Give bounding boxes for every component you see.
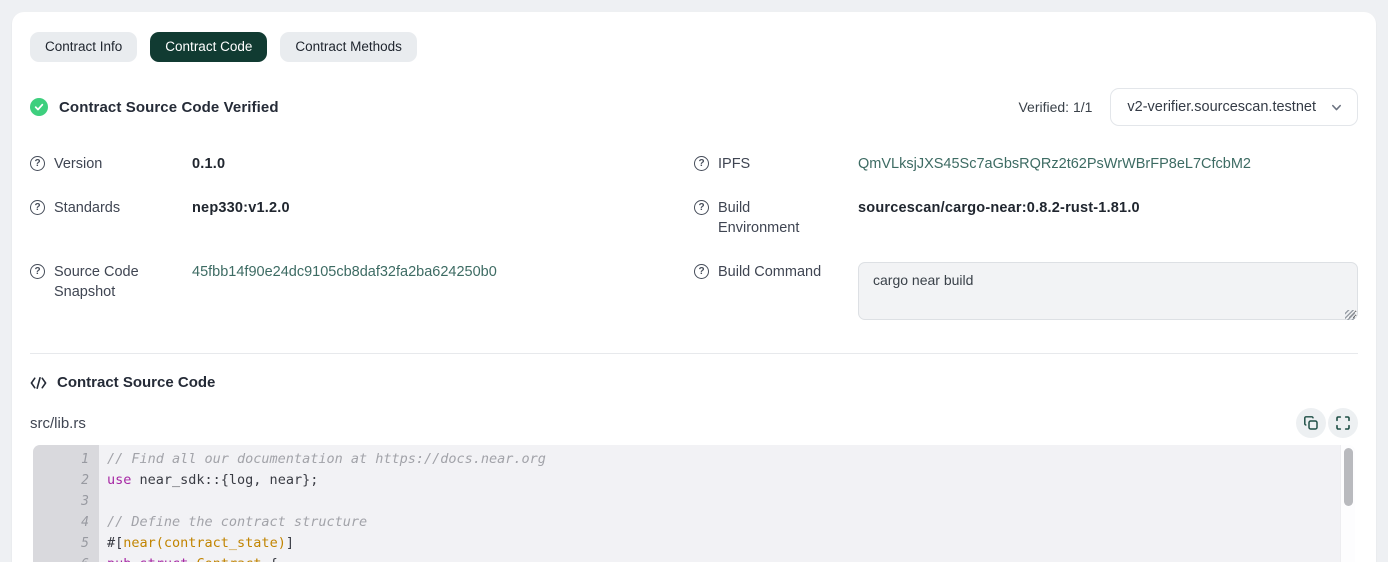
tab-contract-methods[interactable]: Contract Methods: [280, 32, 417, 62]
standards-value: nep330:v1.2.0: [192, 198, 290, 218]
tab-contract-code[interactable]: Contract Code: [150, 32, 267, 62]
help-icon: ?: [30, 156, 45, 171]
help-icon: ?: [694, 156, 709, 171]
code-editor[interactable]: 123456789 // Find all our documentation …: [33, 445, 1355, 562]
field-build-environment: ? Build Environment sourcescan/cargo-nea…: [694, 198, 1358, 238]
code-lines[interactable]: // Find all our documentation at https:/…: [99, 445, 1340, 562]
chevron-down-icon: [1330, 101, 1343, 114]
verified-count: Verified: 1/1: [1018, 99, 1092, 115]
build-environment-value: sourcescan/cargo-near:0.8.2-rust-1.81.0: [858, 198, 1140, 218]
line-number-gutter: 123456789: [33, 445, 99, 562]
file-name: src/lib.rs: [30, 415, 86, 432]
field-label: Build Environment: [718, 198, 828, 238]
help-icon: ?: [694, 200, 709, 215]
ipfs-hash-link[interactable]: QmVLksjJXS45Sc7aGbsRQRz2t62PsWrWBrFP8eL7…: [858, 156, 1251, 172]
file-row: src/lib.rs: [30, 408, 1358, 438]
help-icon: ?: [30, 200, 45, 215]
verification-header: Contract Source Code Verified Verified: …: [30, 88, 1358, 126]
snapshot-hash-link[interactable]: 45fbb14f90e24dc9105cb8daf32fa2ba624250b0: [192, 264, 497, 280]
verification-status-title: Contract Source Code Verified: [59, 99, 279, 116]
field-source-code-snapshot: ? Source Code Snapshot 45fbb14f90e24dc91…: [30, 262, 694, 325]
contract-metadata: ? Version 0.1.0 ? IPFS QmVLksjJXS45Sc7aG…: [30, 154, 1358, 325]
section-divider: [30, 353, 1358, 354]
contract-panel: Contract Info Contract Code Contract Met…: [12, 12, 1376, 562]
field-label: Build Command: [718, 262, 821, 282]
field-label: Source Code Snapshot: [54, 262, 164, 302]
verifier-dropdown[interactable]: v2-verifier.sourcescan.testnet: [1110, 88, 1358, 126]
source-code-section-title: Contract Source Code: [57, 374, 215, 391]
source-code-section-header: Contract Source Code: [30, 374, 1358, 391]
field-label: Standards: [54, 198, 120, 218]
field-label: IPFS: [718, 154, 750, 174]
copy-icon: [1303, 415, 1319, 431]
tab-bar: Contract Info Contract Code Contract Met…: [30, 32, 1358, 62]
help-icon: ?: [30, 264, 45, 279]
copy-button[interactable]: [1296, 408, 1326, 438]
fullscreen-button[interactable]: [1328, 408, 1358, 438]
build-command-textarea[interactable]: [858, 262, 1358, 320]
field-version: ? Version 0.1.0: [30, 154, 694, 174]
code-scrollbar-thumb[interactable]: [1344, 448, 1353, 506]
verifier-dropdown-value: v2-verifier.sourcescan.testnet: [1127, 99, 1316, 115]
check-circle-icon: [30, 98, 48, 116]
code-icon: [30, 376, 47, 390]
field-build-command: ? Build Command: [694, 262, 1358, 325]
field-label: Version: [54, 154, 102, 174]
code-scrollbar[interactable]: [1340, 445, 1355, 562]
field-standards: ? Standards nep330:v1.2.0: [30, 198, 694, 238]
fullscreen-icon: [1335, 415, 1351, 431]
tab-contract-info[interactable]: Contract Info: [30, 32, 137, 62]
version-value: 0.1.0: [192, 154, 225, 174]
help-icon: ?: [694, 264, 709, 279]
field-ipfs: ? IPFS QmVLksjJXS45Sc7aGbsRQRz2t62PsWrWB…: [694, 154, 1358, 174]
